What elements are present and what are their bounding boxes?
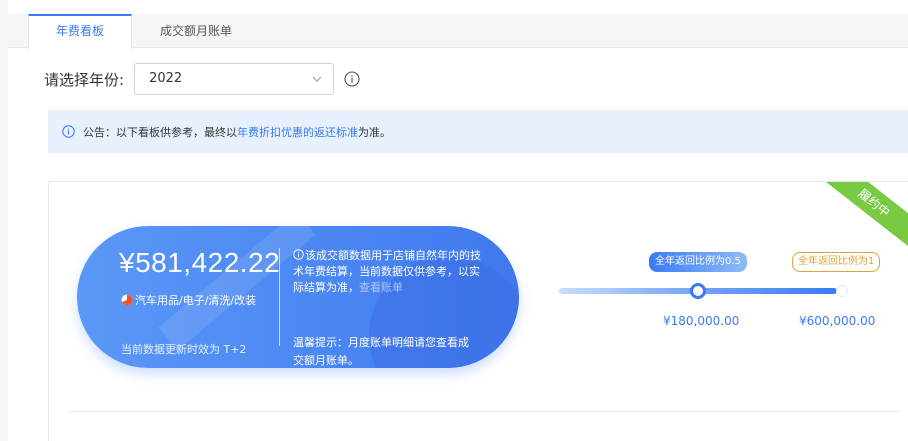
rebate-tag-half: 全年返回比例为0.5 (649, 252, 747, 272)
tip-text: 温馨提示：月度账单明细请您查看成交额月账单。 (293, 336, 469, 367)
info-icon (62, 125, 75, 138)
year-select-value: 2022 (149, 71, 183, 86)
pill-divider (279, 248, 280, 346)
rebate-tag-full: 全年返回比例为1 (792, 252, 881, 272)
rebate-progress: 全年返回比例为0.5 全年返回比例为1 ¥180,000.00 ¥600,000… (559, 242, 908, 342)
year-filter-row: 请选择年份: 2022 (8, 62, 360, 96)
progress-end-dot (836, 285, 848, 297)
update-note: 当前数据更新时效为 T+2 (121, 343, 247, 356)
tab-annual-fee-board[interactable]: 年费看板 (28, 14, 132, 49)
notice-text: 公告：以下看板供参考，最终以年费折扣优惠的返还标准为准。 (83, 124, 391, 140)
view-bill-link[interactable]: 查看账单 (359, 281, 403, 294)
card-divider (69, 411, 901, 412)
main-panel: 年费看板 成交额月账单 请选择年份: 2022 公告：以下看板供参考，最终以年费… (8, 0, 908, 441)
summary-pill: ¥581,422.22 汽车用品/电子/清洗/改装 当前数据更新时效为 T+2 … (77, 226, 519, 368)
notice-link[interactable]: 年费折扣优惠的返还标准 (237, 126, 358, 139)
year-label: 请选择年份: (44, 70, 125, 89)
tab-bar: 年费看板 成交额月账单 (8, 14, 908, 49)
threshold-price-full: ¥600,000.00 (799, 314, 876, 328)
annual-fee-card: 履约中 ¥581,422.22 汽车用品/电子/清洗/改装 当前数据更新时效为 … (48, 181, 908, 441)
app-background: 年费看板 成交额月账单 请选择年份: 2022 公告：以下看板供参考，最终以年费… (0, 0, 908, 441)
category-text: 汽车用品/电子/清洗/改装 (135, 294, 257, 307)
pie-icon (121, 294, 133, 306)
info-icon (293, 249, 304, 260)
progress-current-dot (690, 283, 706, 299)
notice-prefix: 公告：以下看板供参考，最终以 (83, 125, 237, 139)
info-icon[interactable] (344, 71, 360, 87)
year-select[interactable]: 2022 (134, 63, 335, 95)
tab-monthly-bill[interactable]: 成交额月账单 (136, 14, 256, 48)
decor-shine (158, 226, 316, 351)
threshold-price-half: ¥180,000.00 (663, 314, 740, 328)
chevron-down-icon (312, 76, 322, 82)
notice-banner: 公告：以下看板供参考，最终以年费折扣优惠的返还标准为准。 (48, 110, 908, 153)
description-text: 该成交额数据用于店铺自然年内的技术年费结算，当前数据仅供参考，以实际结算为准，查… (293, 248, 483, 296)
category-label: 汽车用品/电子/清洗/改装 (121, 292, 271, 310)
transaction-amount: ¥581,422.22 (119, 247, 281, 278)
notice-suffix: 为准。 (358, 125, 391, 139)
status-ribbon: 履约中 (818, 182, 908, 251)
